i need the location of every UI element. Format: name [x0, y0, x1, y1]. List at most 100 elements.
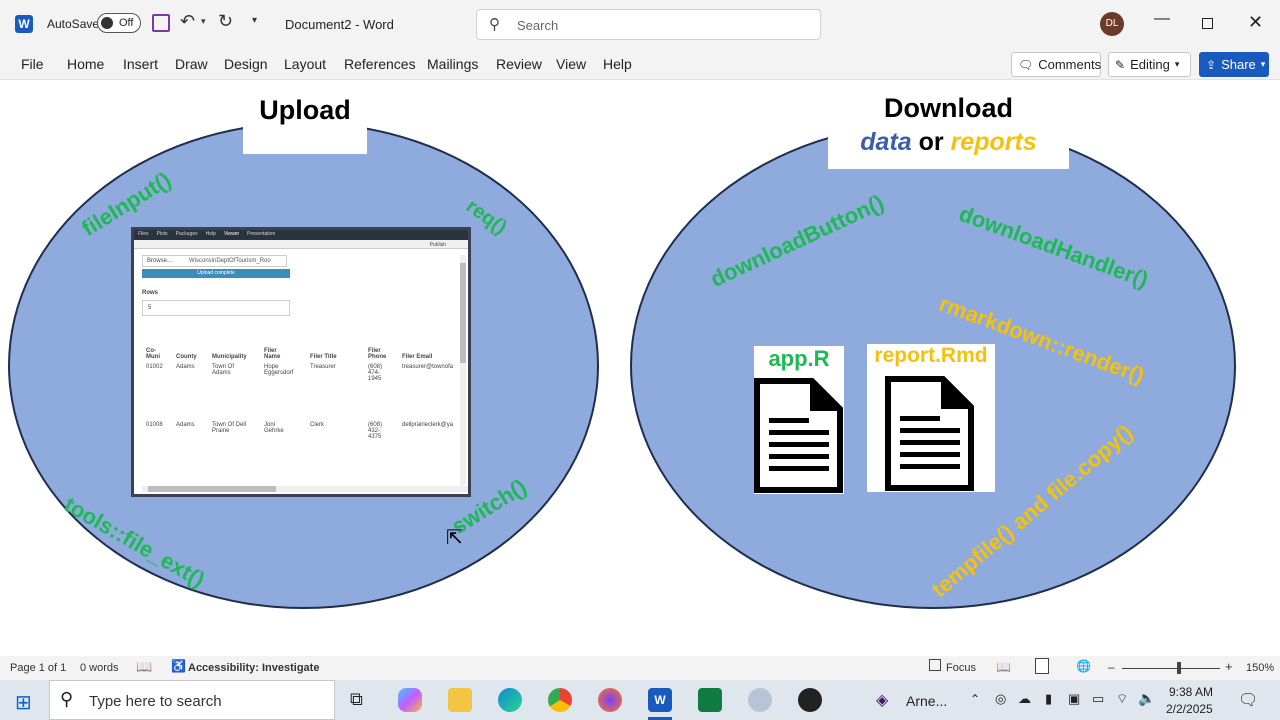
report-rmd-file-card: report.Rmd: [867, 344, 995, 492]
firefox-icon[interactable]: [598, 688, 622, 712]
upload-progress-bar: Upload complete: [142, 269, 290, 278]
header-cell: Filer Phone: [368, 348, 387, 360]
accessibility-status[interactable]: Accessibility: Investigate: [188, 662, 319, 674]
reports-word: reports: [950, 128, 1037, 156]
menu-draw[interactable]: Draw: [175, 56, 208, 72]
editing-button[interactable]: ✎ Editing ▾: [1108, 52, 1191, 77]
chevron-down-icon: ▾: [1260, 59, 1266, 69]
search-placeholder: Search: [517, 18, 559, 33]
print-layout-icon[interactable]: [1035, 658, 1049, 674]
display-icon[interactable]: ▣: [1068, 691, 1080, 707]
battery-icon[interactable]: ▭: [1092, 691, 1104, 707]
horizontal-scrollbar: [142, 486, 468, 492]
viewer-toolbar: Publish: [134, 240, 468, 249]
news-widget-icon[interactable]: ◈: [876, 690, 888, 710]
menu-insert[interactable]: Insert: [123, 56, 158, 72]
taskbar-search-input[interactable]: ⚲ Type here to search: [49, 680, 335, 720]
menu-view[interactable]: View: [556, 56, 586, 72]
autosave-toggle[interactable]: Off: [97, 13, 141, 33]
focus-button[interactable]: Focus: [946, 662, 976, 674]
focus-icon: [929, 659, 941, 671]
taskbar-search-placeholder: Type here to search: [89, 693, 222, 710]
autosave-label: AutoSave: [47, 17, 100, 31]
search-input[interactable]: ⚲ Search: [476, 9, 821, 40]
search-icon: ⚲: [489, 16, 500, 33]
menu-help[interactable]: Help: [603, 56, 632, 72]
web-layout-icon[interactable]: 🌐: [1076, 659, 1091, 673]
table-row: 01002 Adams Town Of Adams Hope Eggersdor…: [146, 360, 462, 422]
ribbon-menu: File Home Insert Draw Design Layout Refe…: [0, 48, 1280, 80]
edge-icon[interactable]: [498, 688, 522, 712]
vertical-scrollbar: [460, 255, 466, 485]
chevron-up-icon[interactable]: ⌃: [970, 692, 980, 706]
notifications-icon[interactable]: 🗨: [1238, 690, 1258, 710]
close-icon[interactable]: ✕: [1248, 12, 1263, 33]
rows-input: 5: [142, 300, 290, 316]
read-mode-icon[interactable]: 📖: [996, 660, 1011, 674]
volume-icon[interactable]: 🔈: [1138, 690, 1155, 707]
redo-icon[interactable]: ↻: [218, 11, 233, 32]
zoom-slider-thumb[interactable]: [1177, 662, 1181, 674]
app-screenshot: Files Plots Packages Help Viewer Present…: [131, 227, 471, 497]
chrome-icon[interactable]: [548, 688, 572, 712]
or-word: or: [918, 128, 944, 156]
news-widget-label[interactable]: Arne...: [906, 693, 947, 709]
download-title-box: Download data or reports: [828, 90, 1069, 169]
zoom-in-button[interactable]: +: [1225, 659, 1233, 674]
zoom-level[interactable]: 150%: [1246, 662, 1274, 674]
tab-plots: Plots: [156, 231, 168, 237]
menu-layout[interactable]: Layout: [284, 56, 326, 72]
menu-mailings[interactable]: Mailings: [427, 56, 478, 72]
menu-references[interactable]: References: [344, 56, 416, 72]
word-taskbar-icon[interactable]: W: [648, 688, 672, 712]
wifi-icon[interactable]: ⌔: [1116, 691, 1128, 707]
restore-icon[interactable]: [1202, 18, 1213, 29]
microphone-icon[interactable]: ▮: [1045, 691, 1052, 707]
comments-button[interactable]: 🗨 Comments: [1011, 52, 1101, 77]
zoom-slider[interactable]: [1122, 662, 1220, 674]
table-header: Co- Muni County Municipality Filer Name …: [146, 348, 462, 360]
tab-help: Help: [205, 231, 216, 237]
table-row: 01008 Adams Town Of Dell Praine Joni Geh…: [146, 422, 462, 462]
minimize-icon[interactable]: —: [1154, 10, 1170, 28]
clock-date[interactable]: 2/2/2025: [1166, 702, 1213, 716]
status-bar: Page 1 of 1 0 words 📖 ♿ Accessibility: I…: [0, 656, 1280, 680]
file-explorer-icon[interactable]: [448, 688, 472, 712]
accessibility-icon: ♿: [171, 659, 186, 673]
excel-icon[interactable]: [698, 688, 722, 712]
menu-review[interactable]: Review: [496, 56, 542, 72]
table-cell: 01002: [146, 364, 163, 370]
save-icon[interactable]: [152, 14, 170, 32]
obs-icon[interactable]: [798, 688, 822, 712]
menu-design[interactable]: Design: [224, 56, 268, 72]
undo-icon[interactable]: ↶: [180, 11, 195, 32]
editing-label: Editing: [1130, 57, 1170, 72]
uploaded-file-name: WisconsinDeptOfTourism_Roo: [189, 258, 271, 264]
download-title: Download: [884, 93, 1013, 123]
data-table: Co- Muni County Municipality Filer Name …: [146, 348, 462, 462]
proofing-icon[interactable]: 📖: [136, 659, 152, 675]
rstudio-tabs: Files Plots Packages Help Viewer Present…: [134, 230, 468, 240]
word-count[interactable]: 0 words: [80, 662, 119, 674]
task-view-icon[interactable]: ⧉: [350, 689, 363, 710]
windows-start-icon[interactable]: ⊞: [15, 690, 32, 715]
table-cell: (608) 432- 4375: [368, 422, 383, 440]
meet-icon[interactable]: ◎: [995, 691, 1006, 707]
menu-file[interactable]: File: [21, 56, 44, 72]
avatar[interactable]: DL: [1100, 12, 1124, 36]
copilot-icon[interactable]: [398, 688, 422, 712]
table-cell: Adams: [176, 364, 195, 370]
word-logo-icon[interactable]: W: [15, 15, 33, 33]
menu-home[interactable]: Home: [67, 56, 104, 72]
clock-time[interactable]: 9:38 AM: [1169, 685, 1213, 699]
onedrive-icon[interactable]: ☁: [1018, 691, 1031, 707]
r-icon[interactable]: [748, 688, 772, 712]
customize-qat-icon[interactable]: ▾: [252, 15, 257, 26]
page-count[interactable]: Page 1 of 1: [10, 662, 66, 674]
share-button[interactable]: ⇪ Share ▾: [1199, 52, 1269, 77]
document-icon: [754, 378, 843, 493]
undo-dropdown-icon[interactable]: ▾: [201, 16, 206, 27]
document-canvas[interactable]: Upload Download data or reports fileInpu…: [0, 80, 1280, 640]
rows-label: Rows: [142, 290, 159, 296]
zoom-out-button[interactable]: –: [1108, 660, 1115, 674]
